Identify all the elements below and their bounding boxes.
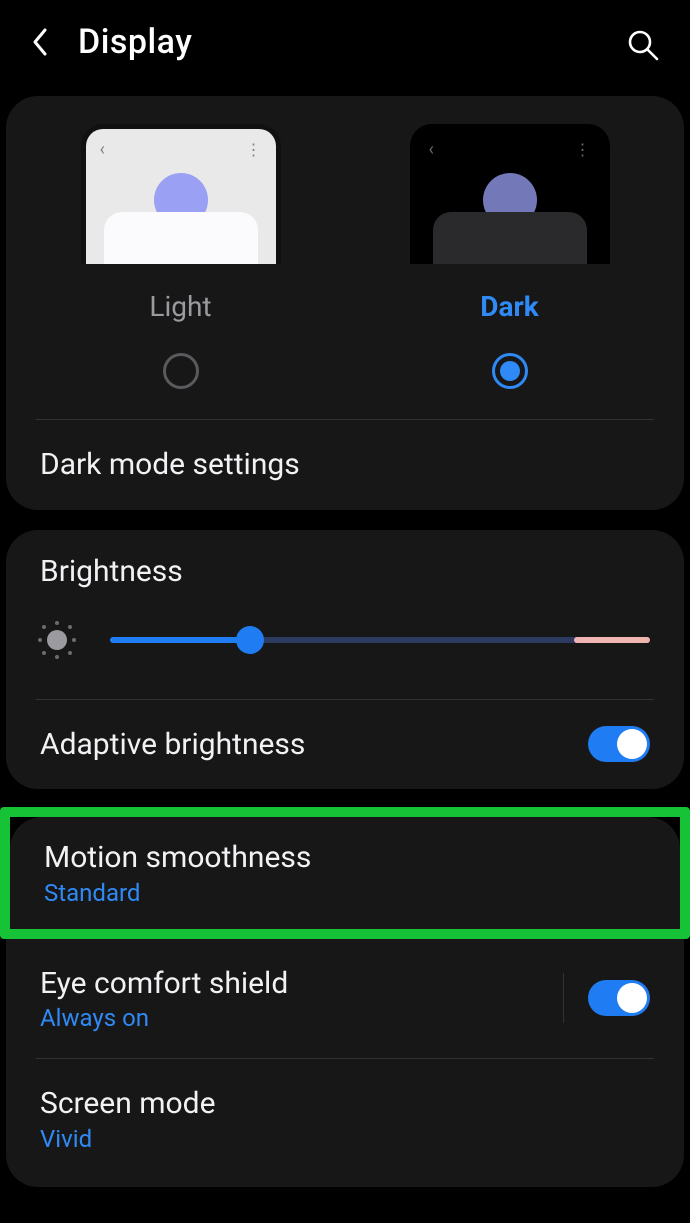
theme-label-light: Light [149,290,211,323]
motion-smoothness-row[interactable]: Motion smoothness Standard [10,817,680,929]
theme-card: ‹⋮ Light ‹⋮ Dark Dark mode settings [6,96,684,510]
motion-smoothness-title: Motion smoothness [44,839,646,877]
screen-mode-row[interactable]: Screen mode Vivid [6,1059,684,1187]
motion-smoothness-value: Standard [44,879,646,907]
theme-radios [6,333,684,419]
page-title: Display [78,22,192,62]
header: Display [0,0,690,90]
adaptive-brightness-toggle[interactable] [588,726,650,762]
back-icon[interactable] [30,25,50,59]
theme-options: ‹⋮ Light ‹⋮ Dark [6,96,684,333]
eye-comfort-value: Always on [40,1004,539,1032]
adaptive-brightness-title: Adaptive brightness [40,726,588,764]
dark-mode-settings-row[interactable]: Dark mode settings [6,420,684,510]
motion-smoothness-highlight: Motion smoothness Standard [0,807,690,939]
brightness-card: Brightness Adaptive brightness [6,530,684,790]
brightness-title: Brightness [40,554,650,589]
eye-comfort-toggle[interactable] [588,980,650,1016]
motion-card: Motion smoothness Standard [10,817,680,929]
display-settings-card: Eye comfort shield Always on Screen mode… [6,939,684,1187]
eye-comfort-title: Eye comfort shield [40,965,539,1003]
theme-option-light[interactable]: ‹⋮ Light [16,124,345,323]
radio-dark[interactable] [492,353,528,389]
brightness-block: Brightness [6,530,684,699]
screen-mode-title: Screen mode [40,1085,650,1123]
theme-label-dark: Dark [480,290,538,323]
radio-light[interactable] [163,353,199,389]
dark-preview: ‹⋮ [410,124,610,264]
screen-mode-value: Vivid [40,1125,650,1153]
brightness-sun-icon [40,623,74,657]
adaptive-brightness-row[interactable]: Adaptive brightness [6,700,684,790]
search-icon[interactable] [626,28,660,62]
dark-mode-settings-label: Dark mode settings [40,446,650,484]
light-preview: ‹⋮ [81,124,281,264]
eye-comfort-row[interactable]: Eye comfort shield Always on [6,939,684,1059]
theme-option-dark[interactable]: ‹⋮ Dark [345,124,674,323]
divider-vertical [563,973,564,1023]
brightness-slider[interactable] [110,625,650,655]
